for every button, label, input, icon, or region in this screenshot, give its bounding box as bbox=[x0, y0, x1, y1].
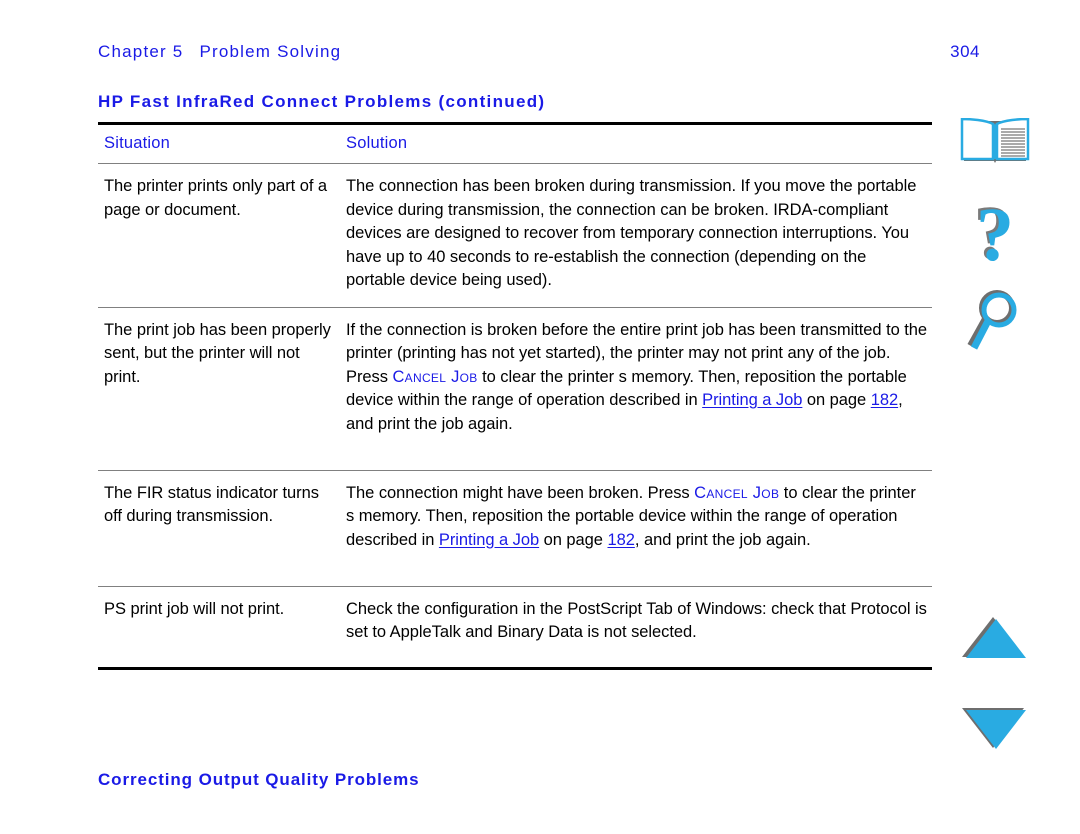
question-mark-icon[interactable]: ? bbox=[960, 193, 1030, 277]
situation-cell: The FIR status indicator turns off durin… bbox=[98, 471, 344, 586]
page-header: Chapter 5 Problem Solving 304 bbox=[98, 42, 980, 62]
situation-text: The printer prints only part of a page o… bbox=[104, 177, 328, 219]
cross-reference-link[interactable]: 182 bbox=[871, 391, 898, 409]
section-heading: Correcting Output Quality Problems bbox=[98, 770, 420, 789]
page-number: 304 bbox=[950, 42, 980, 61]
situation-cell: The printer prints only part of a page o… bbox=[98, 164, 344, 304]
column-header-solution-cell: Solution bbox=[344, 125, 932, 163]
body-text-run: , and print the job again. bbox=[634, 530, 811, 549]
solution-cell: Check the configuration in the PostScrip… bbox=[344, 587, 932, 667]
body-text-run: on page bbox=[539, 530, 608, 549]
chapter-title: Problem Solving bbox=[199, 42, 342, 61]
body-text-run: on page bbox=[802, 391, 871, 409]
situation-cell: PS print job will not print. bbox=[98, 587, 344, 667]
cross-reference-link[interactable]: 182 bbox=[607, 531, 634, 549]
situation-text: PS print job will not print. bbox=[104, 599, 285, 618]
triangle-down-icon[interactable] bbox=[960, 705, 1030, 756]
chapter-number: Chapter 5 bbox=[98, 42, 184, 61]
table-row: PS print job will not print. Check the c… bbox=[98, 587, 932, 667]
body-text-run: Check the configuration in the PostScrip… bbox=[346, 599, 927, 642]
table-row: The print job has been properly sent, bu… bbox=[98, 308, 932, 470]
cross-reference-link[interactable]: Printing a Job bbox=[439, 531, 539, 549]
table-title: HP Fast InfraRed Connect Problems (conti… bbox=[98, 92, 546, 111]
column-header-situation: Situation bbox=[104, 134, 171, 152]
table-bottom-rule bbox=[98, 666, 932, 670]
book-icon[interactable] bbox=[960, 117, 1030, 166]
solution-cell: The connection has been broken during tr… bbox=[344, 164, 932, 307]
solution-cell: If the connection is broken before the e… bbox=[344, 308, 932, 470]
column-header-situation-cell: Situation bbox=[98, 125, 344, 163]
solution-text: The connection might have been broken. P… bbox=[346, 482, 928, 553]
control-panel-key-label: Cancel Job bbox=[694, 483, 780, 502]
body-text-run: The connection might have been broken. P… bbox=[346, 483, 695, 502]
document-page: Chapter 5 Problem Solving 304 HP Fast Inf… bbox=[0, 0, 1080, 834]
solution-text: The connection has been broken during tr… bbox=[346, 175, 928, 293]
column-header-solution: Solution bbox=[346, 134, 408, 152]
solution-text: Check the configuration in the PostScrip… bbox=[346, 598, 928, 645]
table-row: The printer prints only part of a page o… bbox=[98, 164, 932, 307]
solution-text: If the connection is broken before the e… bbox=[346, 319, 928, 437]
body-text-run: The connection has been broken during tr… bbox=[346, 177, 917, 289]
situation-cell: The print job has been properly sent, bu… bbox=[98, 308, 344, 470]
solution-cell: The connection might have been broken. P… bbox=[344, 471, 932, 586]
chapter-label: Chapter 5 Problem Solving bbox=[98, 42, 341, 62]
table-header-row: Situation Solution bbox=[98, 125, 932, 163]
triangle-up-icon[interactable] bbox=[960, 615, 1030, 666]
cross-reference-link[interactable]: Printing a Job bbox=[702, 391, 802, 409]
question-mark-glyph: ? bbox=[976, 193, 1014, 277]
table-row: The FIR status indicator turns off durin… bbox=[98, 471, 932, 586]
control-panel-key-label: Cancel Job bbox=[392, 367, 478, 386]
situation-text: The FIR status indicator turns off durin… bbox=[104, 483, 319, 526]
magnifier-icon[interactable] bbox=[960, 286, 1030, 356]
hp-fir-problems-table: Situation Solution The printer prints on… bbox=[98, 122, 932, 670]
situation-text: The print job has been properly sent, bu… bbox=[104, 320, 331, 386]
